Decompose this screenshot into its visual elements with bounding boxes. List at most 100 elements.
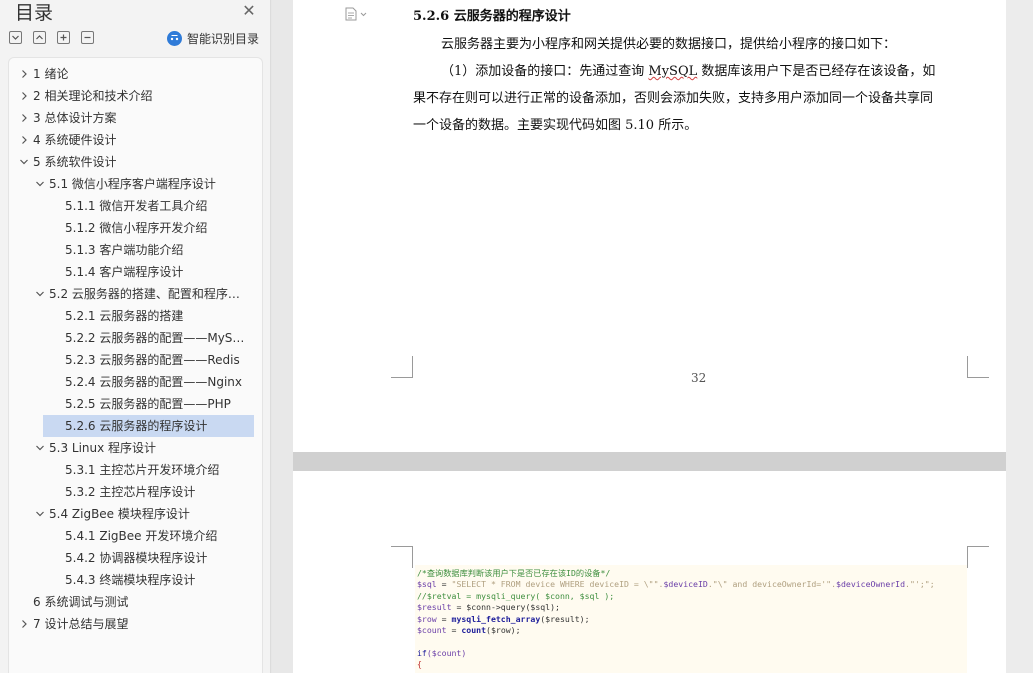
toc-item[interactable]: 5.1.3 客户端功能介绍 (9, 239, 262, 261)
toc-item-label: 5 系统软件设计 (33, 155, 117, 169)
chevron-down-icon[interactable] (35, 178, 45, 190)
toc-item[interactable]: 5.1.2 微信小程序开发介绍 (9, 217, 262, 239)
toc-item-label: 3 总体设计方案 (33, 111, 117, 125)
toc-item-label: 5.4.3 终端模块程序设计 (65, 573, 196, 587)
page-margin-marker (391, 546, 413, 568)
toc-item[interactable]: 5.4 ZigBee 模块程序设计 (9, 503, 262, 525)
toc-tree: 1 绪论 2 相关理论和技术介绍 3 总体设计方案 4 系统硬件设计 5 系统软件设计 5… (8, 57, 263, 673)
page-number: 32 (691, 371, 707, 385)
chevron-down-icon (12, 35, 19, 40)
toc-item[interactable]: 5.3 Linux 程序设计 (9, 437, 262, 459)
code-line: $sql = "SELECT * FROM device WHERE devic… (417, 579, 935, 590)
chevron-right-icon[interactable] (19, 618, 29, 630)
toc-item[interactable]: 5.1.4 客户端程序设计 (9, 261, 262, 283)
toc-item[interactable]: 5.3.1 主控芯片开发环境介绍 (9, 459, 262, 481)
toc-item[interactable]: 5.2.3 云服务器的配置——Redis (9, 349, 262, 371)
code-line: $result = $conn->query($sql); (417, 602, 560, 613)
close-icon[interactable]: ✕ (240, 2, 258, 20)
toc-item[interactable]: 2 相关理论和技术介绍 (9, 85, 262, 107)
chevron-right-icon[interactable] (19, 112, 29, 124)
toc-item-label: 5.1.2 微信小程序开发介绍 (65, 221, 208, 235)
smart-toc-button[interactable]: 智能识别目录 (167, 30, 259, 46)
toc-item-label: 5.1.3 客户端功能介绍 (65, 243, 184, 257)
vertical-scrollbar[interactable] (1006, 0, 1033, 673)
chevron-down-icon[interactable] (19, 156, 29, 168)
chevron-down-icon[interactable] (35, 508, 45, 520)
toc-item[interactable]: 4 系统硬件设计 (9, 129, 262, 151)
toc-item[interactable]: 5.2.1 云服务器的搭建 (9, 305, 262, 327)
toc-item-label: 5.2.2 云服务器的配置——MySQL (65, 331, 248, 345)
paragraph-text: 数据库该用户下是否已经存在该设备，如 (697, 64, 936, 79)
toc-item[interactable]: 7 设计总结与展望 (9, 613, 262, 635)
toc-item[interactable]: 3 总体设计方案 (9, 107, 262, 129)
toc-item-label: 5.2.1 云服务器的搭建 (65, 309, 184, 323)
smart-toc-label: 智能识别目录 (187, 31, 260, 46)
toc-item-label: 6 系统调试与测试 (33, 595, 129, 609)
chevron-down-icon[interactable] (35, 288, 45, 300)
toc-item[interactable]: 5.4.2 协调器模块程序设计 (9, 547, 262, 569)
add-level-button[interactable] (57, 31, 70, 44)
toc-item[interactable]: 6 系统调试与测试 (9, 591, 262, 613)
toc-item[interactable]: 5.3.2 主控芯片程序设计 (9, 481, 262, 503)
toc-item[interactable]: 5.2.5 云服务器的配置——PHP (9, 393, 262, 415)
toc-item[interactable]: 5.1.1 微信开发者工具介绍 (9, 195, 262, 217)
toc-item[interactable]: 5 系统软件设计 (9, 151, 262, 173)
code-line: //$retval = mysqli_query( $conn, $sql ); (417, 590, 615, 601)
expand-all-button[interactable] (33, 31, 46, 44)
chevron-right-icon[interactable] (19, 68, 29, 80)
spellcheck-word[interactable]: MySQL (648, 64, 697, 79)
toc-panel: 目录 ✕ 智能识别目录 1 绪论 2 相关理论和技术介绍 3 总体设计方案 4 系统硬… (0, 0, 271, 673)
chevron-right-icon[interactable] (19, 90, 29, 102)
page-margin-marker (967, 546, 989, 568)
paragraph: 云服务器主要为小程序和网关提供必要的数据接口，提供给小程序的接口如下： (441, 37, 897, 52)
section-heading: 5.2.6 云服务器的程序设计 (413, 9, 571, 24)
robot-icon (167, 30, 182, 46)
toc-item-label: 5.4 ZigBee 模块程序设计 (49, 507, 190, 521)
toc-item-label: 5.3.2 主控芯片程序设计 (65, 485, 196, 499)
toc-item-label: 5.1.1 微信开发者工具介绍 (65, 199, 208, 213)
toc-item-label: 5.4.1 ZigBee 开发环境介绍 (65, 529, 218, 543)
code-line: $row = mysqli_fetch_array($result); (417, 613, 590, 624)
document-page: 5.2.6 云服务器的程序设计 云服务器主要为小程序和网关提供必要的数据接口，提… (293, 0, 1007, 452)
toc-item[interactable]: 5.2 云服务器的搭建、配置和程序设计 (9, 283, 262, 305)
collapse-all-button[interactable] (9, 31, 22, 44)
toc-item[interactable]: 5.1 微信小程序客户端程序设计 (9, 173, 262, 195)
minus-icon (84, 36, 91, 39)
toc-item[interactable]: 5.4.1 ZigBee 开发环境介绍 (9, 525, 262, 547)
chevron-right-icon[interactable] (19, 134, 29, 146)
paragraph: 果不存在则可以进行正常的设备添加，否则会添加失败，支持多用户添加同一个设备共享同 (413, 91, 934, 106)
toc-item-label: 5.1.4 客户端程序设计 (65, 265, 184, 279)
toc-item[interactable]: 5.2.6 云服务器的程序设计 (9, 415, 262, 437)
chevron-up-icon (36, 35, 43, 40)
toc-item-label: 1 绪论 (33, 67, 69, 81)
page-margin-marker (391, 356, 413, 378)
document-icon[interactable] (345, 6, 369, 21)
toc-item-label: 7 设计总结与展望 (33, 617, 129, 631)
chevron-down-icon[interactable] (35, 442, 45, 454)
toc-item-label: 5.2.4 云服务器的配置——Nginx (65, 375, 242, 389)
toc-item[interactable]: 5.4.3 终端模块程序设计 (9, 569, 262, 591)
code-line: $count = count($row); (417, 624, 521, 635)
toc-panel-title: 目录 (15, 2, 54, 24)
code-line: { (417, 659, 422, 670)
toc-item[interactable]: 5.2.2 云服务器的配置——MySQL (9, 327, 262, 349)
toc-item-label: 5.3.1 主控芯片开发环境介绍 (65, 463, 220, 477)
document-viewport[interactable]: 5.2.6 云服务器的程序设计 云服务器主要为小程序和网关提供必要的数据接口，提… (272, 0, 1033, 673)
toc-item-label: 5.4.2 协调器模块程序设计 (65, 551, 208, 565)
toc-item-label: 2 相关理论和技术介绍 (33, 89, 153, 103)
toc-item-label: 5.2 云服务器的搭建、配置和程序设计 (49, 287, 248, 301)
document-page: /*查询数据库判断该用户下是否已存在该ID的设备*/ $sql = "SELEC… (293, 471, 1007, 673)
toc-item[interactable]: 1 绪论 (9, 63, 262, 85)
plus-icon (60, 34, 67, 41)
paragraph: 一个设备的数据。主要实现代码如图 5.10 所示。 (413, 118, 698, 133)
remove-level-button[interactable] (81, 31, 94, 44)
toc-item[interactable]: 5.2.4 云服务器的配置——Nginx (9, 371, 262, 393)
toc-item-label: 5.3 Linux 程序设计 (49, 441, 157, 455)
page-margin-marker (967, 356, 989, 378)
paragraph: （1）添加设备的接口：先通过查询 MySQL 数据库该用户下是否已经存在该设备，… (441, 58, 935, 85)
code-line: if($count) (417, 647, 467, 658)
page-break (293, 452, 1033, 471)
toc-item-label: 5.2.3 云服务器的配置——Redis (65, 353, 240, 367)
toc-item-label: 5.1 微信小程序客户端程序设计 (49, 177, 216, 191)
